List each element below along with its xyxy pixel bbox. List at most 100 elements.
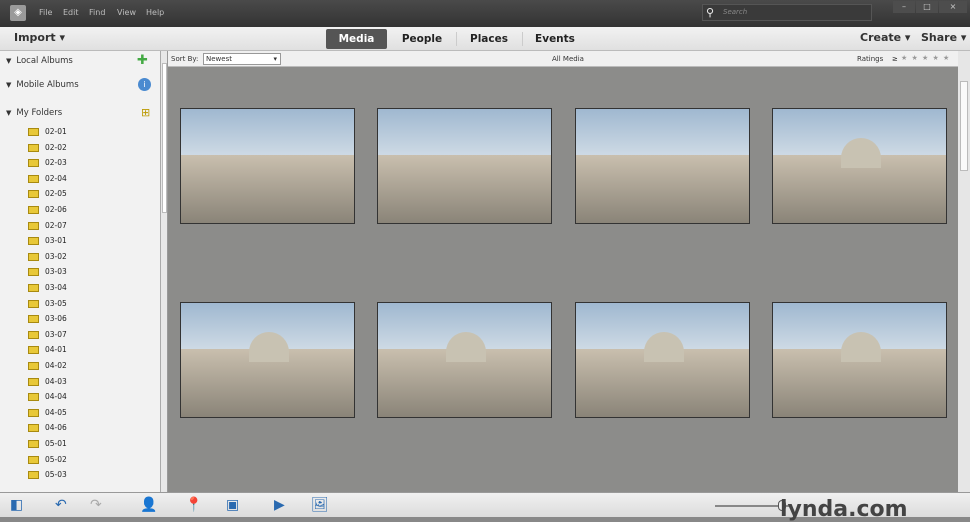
folder-item[interactable]: 02-06 bbox=[28, 205, 67, 214]
folder-item[interactable]: 04-01 bbox=[28, 345, 67, 355]
folder-item[interactable]: 03-06 bbox=[28, 314, 67, 324]
tab-people[interactable]: People bbox=[390, 29, 454, 49]
folder-view-icon[interactable]: ⊞ bbox=[141, 106, 150, 119]
folder-icon bbox=[28, 128, 39, 136]
local-albums-header[interactable]: ▼ Local Albums bbox=[6, 56, 73, 66]
add-people-icon[interactable]: 👤 bbox=[140, 497, 157, 513]
mobile-albums-header[interactable]: ▼ Mobile Albums bbox=[6, 80, 79, 90]
folder-icon bbox=[28, 471, 39, 480]
folder-icon bbox=[28, 299, 39, 308]
folder-label: 05-01 bbox=[45, 439, 67, 448]
folder-item[interactable]: 03-02 bbox=[28, 252, 67, 261]
folder-item[interactable]: 04-05 bbox=[28, 408, 67, 417]
folder-icon bbox=[28, 455, 39, 464]
folder-icon bbox=[28, 143, 39, 152]
folder-label: 04-03 bbox=[45, 376, 67, 386]
edit-image-icon[interactable]: 🖼 bbox=[311, 497, 329, 513]
folder-item[interactable]: 03-01 bbox=[28, 236, 67, 246]
menu-file[interactable]: File bbox=[39, 8, 52, 17]
photo-thumbnail[interactable] bbox=[377, 108, 552, 224]
ratings-operator[interactable]: ≥ bbox=[892, 55, 898, 63]
panel-toggle-icon[interactable]: ◧ bbox=[10, 497, 23, 513]
minimize-button[interactable]: – bbox=[893, 1, 915, 13]
folder-item[interactable]: 02-01 bbox=[28, 127, 67, 136]
photo-thumbnail[interactable] bbox=[180, 302, 355, 418]
folder-item[interactable]: 03-07 bbox=[28, 330, 67, 339]
my-folders-label: My Folders bbox=[16, 108, 63, 118]
maximize-button[interactable]: □ bbox=[916, 1, 938, 13]
add-album-icon[interactable]: ✚ bbox=[137, 53, 148, 68]
photo-thumbnail[interactable] bbox=[377, 302, 552, 418]
folder-label: 02-07 bbox=[45, 220, 67, 230]
tab-events[interactable]: Events bbox=[524, 29, 586, 49]
search-input[interactable]: ⚲ Search bbox=[702, 4, 872, 21]
folder-label: 04-02 bbox=[45, 361, 67, 370]
redo-icon[interactable]: ↷ bbox=[90, 497, 102, 513]
folder-item[interactable]: 02-07 bbox=[28, 221, 67, 230]
folder-item[interactable]: 04-02 bbox=[28, 361, 67, 370]
tab-media[interactable]: Media bbox=[326, 29, 387, 49]
folder-icon bbox=[28, 408, 39, 417]
local-albums-label: Local Albums bbox=[16, 56, 73, 66]
folder-item[interactable]: 04-06 bbox=[28, 423, 67, 433]
my-folders-header[interactable]: ▼ My Folders bbox=[6, 108, 62, 118]
menu-edit[interactable]: Edit bbox=[63, 8, 79, 17]
folder-item[interactable]: 05-01 bbox=[28, 439, 67, 448]
folder-icon bbox=[28, 284, 39, 292]
folder-label: 04-05 bbox=[45, 407, 67, 417]
folder-item[interactable]: 03-03 bbox=[28, 267, 67, 277]
app-logo-icon: ◈ bbox=[10, 5, 26, 21]
folder-icon bbox=[28, 237, 39, 246]
info-icon[interactable]: i bbox=[138, 78, 151, 91]
folder-icon bbox=[28, 362, 39, 370]
close-button[interactable]: × bbox=[939, 1, 967, 13]
folder-icon bbox=[28, 424, 39, 433]
thumbnail-size-slider[interactable] bbox=[715, 500, 790, 511]
lynda-watermark: lynda.com bbox=[780, 497, 908, 522]
folder-label: 03-02 bbox=[45, 251, 67, 261]
folder-icon bbox=[28, 190, 39, 199]
rating-stars[interactable]: ★ ★ ★ ★ ★ bbox=[901, 54, 950, 62]
folder-icon bbox=[28, 206, 39, 214]
view-title: All Media bbox=[552, 55, 584, 63]
sidebar-scrollbar[interactable] bbox=[161, 51, 168, 492]
folder-icon bbox=[28, 346, 39, 355]
add-event-icon[interactable]: ▣ bbox=[226, 497, 239, 513]
photo-thumbnail[interactable] bbox=[575, 108, 750, 224]
folder-item[interactable]: 03-05 bbox=[28, 299, 67, 308]
folder-label: 03-03 bbox=[45, 267, 67, 277]
slideshow-icon[interactable]: ▶ bbox=[274, 497, 285, 513]
share-button[interactable]: Share ▾ bbox=[921, 31, 966, 44]
media-scrollbar[interactable] bbox=[958, 51, 970, 492]
folder-item[interactable]: 02-04 bbox=[28, 174, 67, 183]
menu-help[interactable]: Help bbox=[146, 8, 164, 17]
folder-label: 03-07 bbox=[45, 329, 67, 339]
folder-label: 03-06 bbox=[45, 314, 67, 324]
photo-thumbnail[interactable] bbox=[180, 108, 355, 224]
undo-icon[interactable]: ↶ bbox=[55, 497, 67, 513]
folder-label: 02-06 bbox=[45, 205, 67, 214]
folder-item[interactable]: 05-03 bbox=[28, 470, 67, 480]
folder-icon bbox=[28, 159, 39, 168]
sort-by-label: Sort By: bbox=[171, 55, 199, 63]
sort-by-select[interactable]: Newest ▾ bbox=[203, 53, 281, 65]
search-icon: ⚲ bbox=[706, 6, 715, 19]
add-place-icon[interactable]: 📍 bbox=[185, 497, 202, 513]
folder-item[interactable]: 02-02 bbox=[28, 143, 67, 152]
tab-places[interactable]: Places bbox=[458, 29, 520, 49]
folder-item[interactable]: 03-04 bbox=[28, 283, 67, 292]
photo-thumbnail[interactable] bbox=[772, 108, 947, 224]
folder-item[interactable]: 04-04 bbox=[28, 392, 67, 402]
folder-item[interactable]: 05-02 bbox=[28, 455, 67, 464]
create-button[interactable]: Create ▾ bbox=[860, 31, 910, 44]
photo-thumbnail[interactable] bbox=[575, 302, 750, 418]
import-button[interactable]: Import ▾ bbox=[14, 31, 65, 44]
title-bar: ◈ File Edit Find View Help ⚲ Search – □ × bbox=[0, 0, 970, 27]
folder-label: 04-01 bbox=[45, 345, 67, 355]
folder-item[interactable]: 02-05 bbox=[28, 189, 67, 199]
menu-view[interactable]: View bbox=[117, 8, 136, 17]
folder-item[interactable]: 02-03 bbox=[28, 158, 67, 168]
folder-item[interactable]: 04-03 bbox=[28, 377, 67, 386]
menu-find[interactable]: Find bbox=[89, 8, 105, 17]
photo-thumbnail[interactable] bbox=[772, 302, 947, 418]
